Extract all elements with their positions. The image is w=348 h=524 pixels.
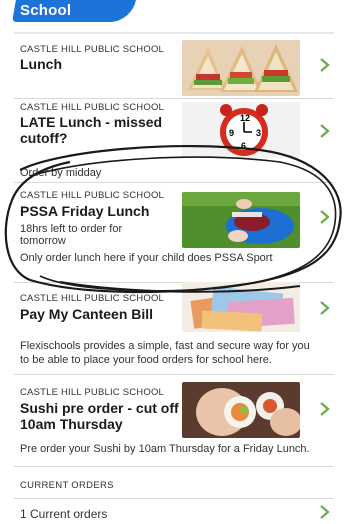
canteen-note-line-2: to be able to place your food orders for… <box>20 354 272 366</box>
product-card-pssa-lunch[interactable]: CASTLE HILL PUBLIC SCHOOL PSSA Friday Lu… <box>14 184 334 248</box>
product-card-lunch[interactable]: CASTLE HILL PUBLIC SCHOOL Lunch <box>14 36 334 98</box>
sports-bag-photo <box>182 192 300 248</box>
school-name: CASTLE HILL PUBLIC SCHOOL <box>20 293 165 304</box>
product-title-line-2: 10am Thursday <box>20 416 123 432</box>
svg-text:12: 12 <box>240 113 250 123</box>
svg-text:9: 9 <box>229 128 234 138</box>
current-orders-row[interactable]: 1 Current orders <box>14 500 334 521</box>
sushi-note: Pre order your Sushi by 10am Thursday fo… <box>20 443 310 455</box>
school-name: CASTLE HILL PUBLIC SCHOOL <box>20 102 165 113</box>
product-title: Pay My Canteen Bill <box>20 306 154 322</box>
product-title-line-1: Sushi pre order - cut off <box>20 400 179 416</box>
sandwiches-photo <box>182 40 300 96</box>
product-title: PSSA Friday Lunch <box>20 203 150 219</box>
chevron-right-icon[interactable] <box>317 402 331 416</box>
chevron-right-icon[interactable] <box>317 301 331 315</box>
product-title-line-2: cutoff? <box>20 130 68 146</box>
chevron-right-icon[interactable] <box>317 505 331 519</box>
product-title: Lunch <box>20 56 62 72</box>
school-name: CASTLE HILL PUBLIC SCHOOL <box>20 387 165 398</box>
alarm-clock-photo: 12 9 3 6 <box>182 102 300 158</box>
divider <box>14 182 334 183</box>
divider <box>14 466 334 467</box>
product-card-sushi[interactable]: CASTLE HILL PUBLIC SCHOOL Sushi pre orde… <box>14 376 334 438</box>
sushi-photo <box>182 382 300 438</box>
canteen-note-line-1: Flexischools provides a simple, fast and… <box>20 340 310 352</box>
order-cutoff-note: Order by midday <box>20 167 102 179</box>
page-title: School <box>20 2 72 19</box>
svg-text:3: 3 <box>256 128 261 138</box>
chevron-right-icon[interactable] <box>317 124 331 138</box>
product-card-late-lunch[interactable]: CASTLE HILL PUBLIC SCHOOL LATE Lunch - m… <box>14 98 334 164</box>
pssa-note: Only order lunch here if your child does… <box>20 252 273 264</box>
chevron-right-icon[interactable] <box>317 58 331 72</box>
svg-text:6: 6 <box>241 141 246 151</box>
school-name: CASTLE HILL PUBLIC SCHOOL <box>20 44 165 55</box>
school-name: CASTLE HILL PUBLIC SCHOOL <box>20 190 165 201</box>
time-remaining-line-2: tomorrow <box>20 235 66 247</box>
chevron-right-icon[interactable] <box>317 210 331 224</box>
divider <box>14 374 334 375</box>
divider <box>14 32 334 34</box>
product-card-canteen-bill[interactable]: CASTLE HILL PUBLIC SCHOOL Pay My Canteen… <box>14 282 334 334</box>
banknotes-photo <box>182 282 300 332</box>
product-title-line-1: LATE Lunch - missed <box>20 114 163 130</box>
header-bar: School <box>12 0 136 22</box>
current-orders-label: 1 Current orders <box>20 507 108 521</box>
current-orders-heading: CURRENT ORDERS <box>20 480 114 491</box>
divider <box>14 498 334 499</box>
